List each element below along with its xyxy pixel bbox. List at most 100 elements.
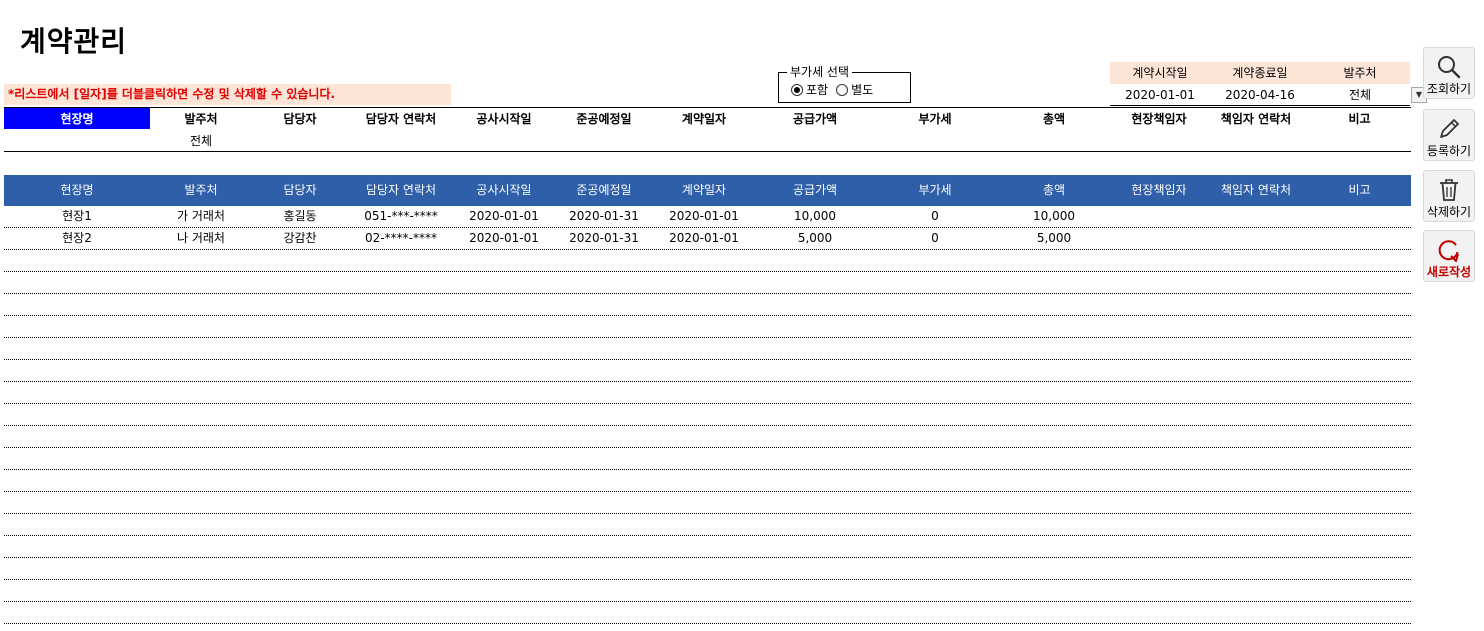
- trash-icon: [1440, 179, 1458, 201]
- cell-vat[interactable]: 0: [876, 228, 994, 249]
- cell-total[interactable]: 10,000: [994, 206, 1114, 227]
- column-header-site-supervisor: 현장책임자: [1131, 183, 1187, 197]
- date-filter: 계약시작일 계약종료일 발주처 2020-01-01 2020-04-16 전체: [1110, 62, 1410, 106]
- search-field-start-date[interactable]: [454, 130, 554, 151]
- search-field-manager[interactable]: [252, 130, 348, 151]
- vat-include-radio[interactable]: [791, 84, 803, 96]
- delete-button[interactable]: 삭제하기: [1423, 170, 1475, 222]
- search-header-manager: 담당자: [283, 112, 317, 126]
- cell-completion-date[interactable]: 2020-01-31: [554, 206, 654, 227]
- search-field-remarks[interactable]: [1308, 130, 1411, 151]
- cell-supply-amount[interactable]: 5,000: [754, 228, 876, 249]
- vat-separate-option[interactable]: 별도: [836, 83, 873, 97]
- search-field-completion-date[interactable]: [554, 130, 654, 151]
- search-field-site-name[interactable]: [4, 130, 150, 151]
- cell-manager-contact[interactable]: 051-***-****: [348, 206, 454, 227]
- vat-separate-radio[interactable]: [836, 84, 849, 96]
- column-header-start-date: 공사시작일: [476, 183, 532, 197]
- cell-remarks[interactable]: [1308, 228, 1411, 249]
- search-field-total[interactable]: [994, 130, 1114, 151]
- list-header-row: 현장명 발주처 담당자 담당자 연락처 공사시작일 준공예정일 계약일자 공급가액 부가세 총액 현…: [4, 175, 1411, 206]
- cell-vat[interactable]: 0: [876, 206, 994, 227]
- cell-manager-contact[interactable]: 02-****-****: [348, 228, 454, 249]
- filter-client-field[interactable]: 전체: [1310, 84, 1410, 105]
- cell-site-supervisor[interactable]: [1114, 228, 1204, 249]
- vat-include-label: 포함: [806, 83, 829, 97]
- search-field-supply-amount[interactable]: [754, 130, 876, 151]
- filter-start-date-field[interactable]: 2020-01-01: [1110, 84, 1210, 105]
- cell-supply-amount[interactable]: 10,000: [754, 206, 876, 227]
- search-header-client: 발주처: [184, 112, 218, 126]
- filter-client-header: 발주처: [1343, 66, 1377, 80]
- cell-total[interactable]: 5,000: [994, 228, 1114, 249]
- search-field-site-supervisor[interactable]: [1114, 130, 1204, 151]
- search-field-supervisor-contact[interactable]: [1204, 130, 1308, 151]
- search-header-total: 총액: [1042, 112, 1066, 126]
- cell-remarks[interactable]: [1308, 206, 1411, 227]
- column-header-remarks: 비고: [1348, 183, 1371, 197]
- table-row[interactable]: 현장2 나 거래처 강감찬 02-****-**** 2020-01-01 2020-01…: [4, 228, 1411, 250]
- filter-end-date-field[interactable]: 2020-04-16: [1210, 84, 1310, 105]
- vat-include-option[interactable]: 포함: [791, 83, 828, 97]
- table-row[interactable]: 현장1 가 거래처 홍길동 051-***-**** 2020-01-01 2020-01…: [4, 206, 1411, 228]
- cell-site-supervisor[interactable]: [1114, 206, 1204, 227]
- register-button-label: 등록하기: [1426, 144, 1472, 158]
- search-button[interactable]: 조회하기: [1423, 47, 1475, 99]
- page-title: 계약관리: [20, 25, 128, 58]
- column-header-manager-contact: 담당자 연락처: [365, 183, 437, 197]
- empty-table-row: [4, 602, 1411, 624]
- column-header-manager: 담당자: [283, 183, 317, 197]
- empty-table-row: [4, 448, 1411, 470]
- column-header-contract-date: 계약일자: [681, 183, 727, 197]
- cell-supervisor-contact[interactable]: [1204, 228, 1308, 249]
- column-header-completion-date: 준공예정일: [576, 183, 632, 197]
- cell-site-name[interactable]: 현장1: [4, 206, 150, 227]
- search-header-remarks: 비고: [1348, 112, 1371, 126]
- empty-table-row: [4, 294, 1411, 316]
- column-header-site-name: 현장명: [60, 183, 94, 197]
- empty-table-row: [4, 580, 1411, 602]
- empty-table-row: [4, 514, 1411, 536]
- empty-table-row: [4, 338, 1411, 360]
- empty-table-row: [4, 272, 1411, 294]
- empty-table-row: [4, 360, 1411, 382]
- search-field-contract-date[interactable]: [654, 130, 754, 151]
- vat-group-label: 부가세 선택: [787, 65, 853, 79]
- cell-supervisor-contact[interactable]: [1204, 206, 1308, 227]
- search-header-vat: 부가세: [918, 112, 952, 126]
- cell-contract-date[interactable]: 2020-01-01: [654, 228, 754, 249]
- cell-client[interactable]: 나 거래처: [150, 228, 252, 249]
- cell-manager[interactable]: 강감찬: [252, 228, 348, 249]
- empty-table-row: [4, 470, 1411, 492]
- column-header-client: 발주처: [184, 183, 218, 197]
- cell-start-date[interactable]: 2020-01-01: [454, 206, 554, 227]
- search-header-manager-contact: 담당자 연락처: [365, 112, 437, 126]
- filter-end-date-header: 계약종료일: [1232, 66, 1288, 80]
- cell-site-name[interactable]: 현장2: [4, 228, 150, 249]
- cell-client[interactable]: 가 거래처: [150, 206, 252, 227]
- cell-completion-date[interactable]: 2020-01-31: [554, 228, 654, 249]
- column-header-total: 총액: [1042, 183, 1066, 197]
- cell-contract-date[interactable]: 2020-01-01: [654, 206, 754, 227]
- notice-text: *리스트에서 [일자]를 더블클릭하면 수정 및 삭제할 수 있습니다.: [4, 84, 451, 105]
- empty-table-row: [4, 316, 1411, 338]
- cell-start-date[interactable]: 2020-01-01: [454, 228, 554, 249]
- chevron-down-icon: ▼: [1415, 90, 1423, 99]
- empty-table-row: [4, 558, 1411, 580]
- search-header-row: 현장명 발주처 담당자 담당자 연락처 공사시작일 준공예정일 계약일자 공급가액 부가세 총액 현…: [4, 107, 1411, 129]
- cell-manager[interactable]: 홍길동: [252, 206, 348, 227]
- search-header-supervisor-contact: 책임자 연락처: [1220, 112, 1292, 126]
- column-header-supervisor-contact: 책임자 연락처: [1220, 183, 1292, 197]
- search-field-vat[interactable]: [876, 130, 994, 151]
- search-header-site-name: 현장명: [4, 108, 150, 129]
- search-button-label: 조회하기: [1426, 82, 1472, 96]
- search-header-start-date: 공사시작일: [476, 112, 532, 126]
- register-button[interactable]: 등록하기: [1423, 109, 1475, 161]
- search-field-manager-contact[interactable]: [348, 130, 454, 151]
- filter-start-date-header: 계약시작일: [1132, 66, 1188, 80]
- search-icon: [1438, 56, 1461, 79]
- pencil-icon: [1440, 119, 1459, 138]
- new-entry-button[interactable]: 새로작성: [1423, 230, 1475, 282]
- empty-table-row: [4, 492, 1411, 514]
- search-field-client[interactable]: 전체: [150, 130, 252, 151]
